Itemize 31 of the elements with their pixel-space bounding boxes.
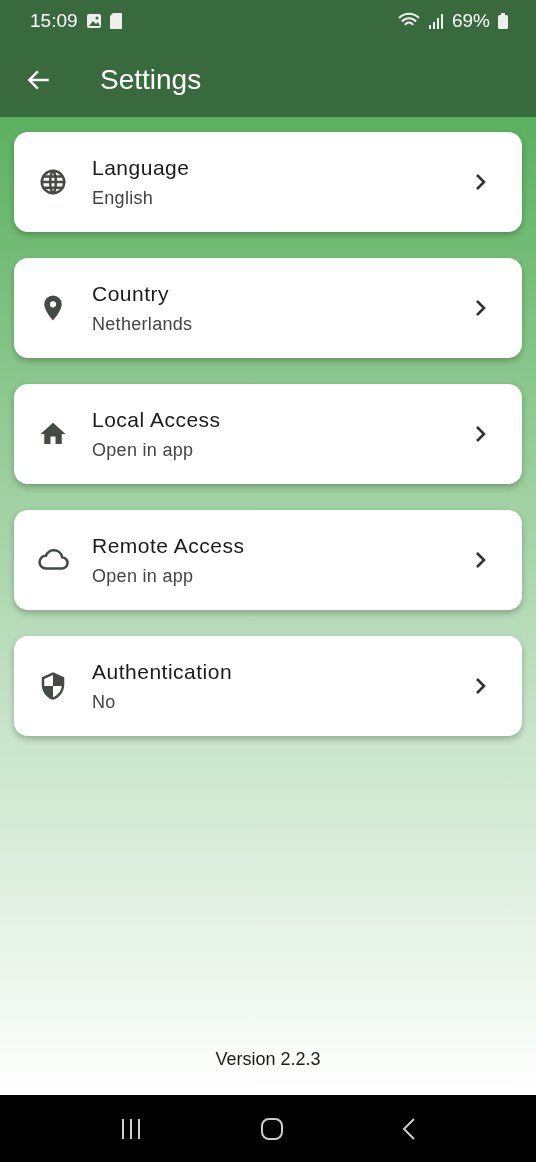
clock: 15:09 xyxy=(30,10,78,32)
battery-percentage: 69% xyxy=(451,10,490,32)
setting-value: Open in app xyxy=(92,565,195,587)
page-title: Settings xyxy=(100,63,202,96)
chevron-right-icon xyxy=(474,425,486,443)
sd-card-icon xyxy=(109,13,122,29)
globe-icon xyxy=(38,167,68,197)
chevron-right-icon xyxy=(474,677,486,695)
battery-icon xyxy=(498,13,508,29)
chevron-right-icon xyxy=(474,299,486,317)
back-icon[interactable] xyxy=(401,1116,418,1141)
settings-card[interactable]: Country Netherlands xyxy=(14,258,522,358)
settings-card[interactable]: Remote Access Open in app xyxy=(14,510,522,610)
setting-title: Language xyxy=(92,155,191,180)
setting-title: Remote Access xyxy=(92,533,246,558)
settings-card[interactable]: Local Access Open in app xyxy=(14,384,522,484)
setting-value: Open in app xyxy=(92,439,195,461)
setting-title: Local Access xyxy=(92,407,222,432)
setting-value: Netherlands xyxy=(92,313,194,335)
home-button-icon[interactable] xyxy=(260,1116,284,1141)
settings-card[interactable]: Authentication No xyxy=(14,636,522,736)
setting-title: Country xyxy=(92,281,171,306)
chevron-right-icon xyxy=(474,173,486,191)
setting-title: Authentication xyxy=(92,659,234,684)
chevron-right-icon xyxy=(474,551,486,569)
signal-icon xyxy=(427,13,444,29)
version-text: Version 2.2.3 xyxy=(215,1049,321,1070)
image-icon xyxy=(85,13,102,29)
settings-card[interactable]: Language English xyxy=(14,132,522,232)
setting-value: No xyxy=(92,691,117,713)
setting-value: English xyxy=(92,187,155,209)
